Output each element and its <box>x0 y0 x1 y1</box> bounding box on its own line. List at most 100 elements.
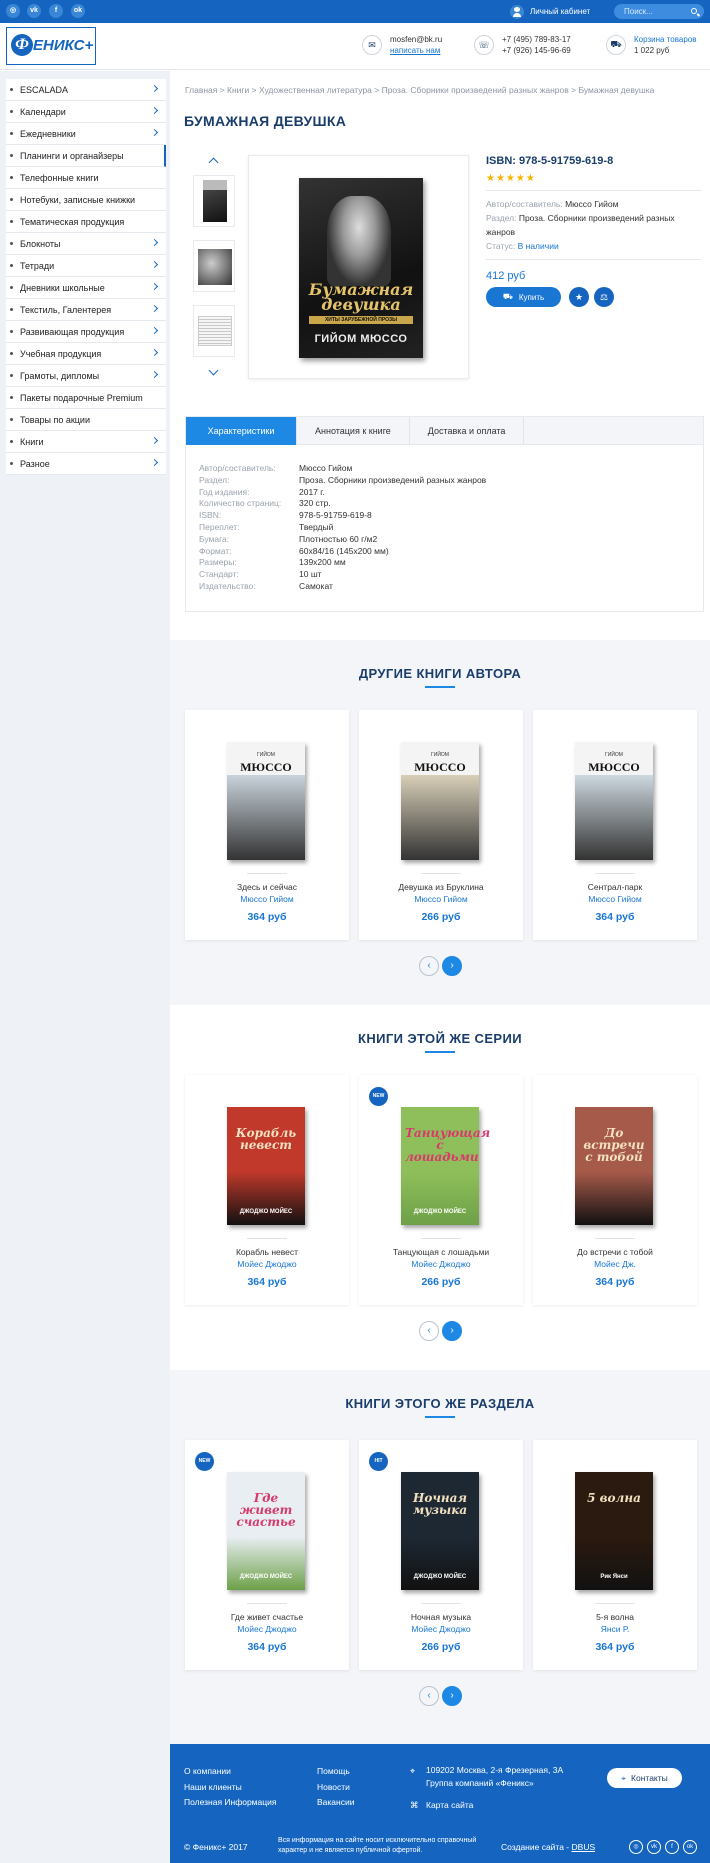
book-title[interactable]: Сентрал-парк <box>533 882 697 892</box>
book-author[interactable]: Мюссо Гийом <box>359 894 523 904</box>
sidebar-item[interactable]: Календари <box>6 101 166 123</box>
footer-link[interactable]: Наши клиенты <box>184 1780 276 1796</box>
sidebar-item[interactable]: Разное <box>6 453 166 475</box>
thumbnail[interactable] <box>193 240 235 292</box>
personal-account-link[interactable]: Личный кабинет <box>510 4 590 19</box>
sidebar-item[interactable]: Пакеты подарочные Premium <box>6 387 166 409</box>
sidebar-item[interactable]: Грамоты, дипломы <box>6 365 166 387</box>
sidebar-item[interactable]: Учебная продукция <box>6 343 166 365</box>
rating-stars[interactable]: ★★★★★ <box>486 173 701 184</box>
chevron-right-icon[interactable] <box>150 326 159 335</box>
book-title[interactable]: Ночная музыка <box>359 1612 523 1622</box>
book-title[interactable]: Где живет счастье <box>185 1612 349 1622</box>
sidebar-item[interactable]: Ежедневники <box>6 123 166 145</box>
chevron-right-icon[interactable] <box>150 348 159 357</box>
book-card[interactable]: NEW Где живет счастье ДЖОДЖО МОЙЕС Где живе… <box>185 1440 349 1670</box>
book-title[interactable]: Корабль невест <box>185 1247 349 1257</box>
book-title[interactable]: Здесь и сейчас <box>185 882 349 892</box>
book-title[interactable]: Девушка из Бруклина <box>359 882 523 892</box>
sidebar-item[interactable]: Планинги и органайзеры <box>6 145 166 167</box>
book-author[interactable]: Мойес Джоджо <box>185 1259 349 1269</box>
phone-1[interactable]: +7 (495) 789-83-17 <box>502 34 571 45</box>
carousel-next-button[interactable]: › <box>442 1321 462 1341</box>
odnoklassniki-icon[interactable]: ok <box>683 1840 697 1854</box>
tab-annotation[interactable]: Аннотация к книге <box>297 417 410 445</box>
carousel-prev-button[interactable]: ‹ <box>419 956 439 976</box>
contacts-button[interactable]: ⌖ Контакты <box>607 1768 682 1788</box>
book-author[interactable]: Мойес Дж. <box>533 1259 697 1269</box>
cart-label[interactable]: Корзина товаров <box>634 34 696 45</box>
book-card[interactable]: До встречи с тобой До встречи с тобой Мойе… <box>533 1075 697 1305</box>
sidebar-item[interactable]: Книги <box>6 431 166 453</box>
book-card[interactable]: ГИЙОМ МЮССО Здесь и сейчас Мюссо Гийом 364 р… <box>185 710 349 940</box>
sidebar-item[interactable]: Дневники школьные <box>6 277 166 299</box>
thumbnail[interactable] <box>193 305 235 357</box>
book-author[interactable]: Мойес Джоджо <box>359 1259 523 1269</box>
book-card[interactable]: HIT Ночная музыка ДЖОДЖО МОЙЕС Ночная музык… <box>359 1440 523 1670</box>
chevron-right-icon[interactable] <box>150 238 159 247</box>
product-main-image[interactable]: Бумажная девушка ХИТЫ ЗАРУБЕЖНОЙ ПРОЗЫ Г… <box>248 155 469 379</box>
sidebar-item[interactable]: Товары по акции <box>6 409 166 431</box>
footer-link[interactable]: Помощь <box>317 1764 354 1780</box>
instagram-icon[interactable]: ◎ <box>6 4 20 18</box>
chevron-right-icon[interactable] <box>150 282 159 291</box>
breadcrumb[interactable]: Главная > Книги > Художественная литерат… <box>185 85 654 95</box>
book-author[interactable]: Мойес Джоджо <box>185 1624 349 1634</box>
odnoklassniki-icon[interactable]: ok <box>71 4 85 18</box>
book-title[interactable]: До встречи с тобой <box>533 1247 697 1257</box>
book-author[interactable]: Мойес Джоджо <box>359 1624 523 1634</box>
tab-characteristics[interactable]: Характеристики <box>186 417 297 445</box>
chevron-right-icon[interactable] <box>150 260 159 269</box>
chevron-down-icon[interactable] <box>208 365 219 376</box>
chevron-right-icon[interactable] <box>150 128 159 137</box>
made-by-link[interactable]: DBUS <box>572 1842 596 1852</box>
book-card[interactable]: 5 волна Рик Янси 5-я волна Янси Р. 364 руб <box>533 1440 697 1670</box>
phone-2[interactable]: +7 (926) 145-96-69 <box>502 45 571 56</box>
sidebar-item[interactable]: Тетради <box>6 255 166 277</box>
sidebar-item[interactable]: Телефонные книги <box>6 167 166 189</box>
favorite-star-icon[interactable]: ★ <box>569 287 589 307</box>
footer-link[interactable]: Новости <box>317 1780 354 1796</box>
book-author[interactable]: Мюссо Гийом <box>185 894 349 904</box>
chevron-right-icon[interactable] <box>150 370 159 379</box>
buy-button[interactable]: ⛟ Купить <box>486 287 561 307</box>
footer-link[interactable]: Вакансии <box>317 1795 354 1811</box>
carousel-prev-button[interactable]: ‹ <box>419 1686 439 1706</box>
vk-icon[interactable]: vk <box>27 4 41 18</box>
chevron-right-icon[interactable] <box>150 436 159 445</box>
footer-link[interactable]: Полезная Информация <box>184 1795 276 1811</box>
facebook-icon[interactable]: f <box>665 1840 679 1854</box>
sidebar-item[interactable]: Нотебуки, записные книжки <box>6 189 166 211</box>
book-card[interactable]: NEW Танцующая с лошадьми ДЖОДЖО МОЙЕС Танцу… <box>359 1075 523 1305</box>
search-icon[interactable] <box>691 8 697 14</box>
sidebar-item[interactable]: Развивающая продукция <box>6 321 166 343</box>
book-card[interactable]: Корабль невест ДЖОДЖО МОЙЕС Корабль невест… <box>185 1075 349 1305</box>
sidebar-item[interactable]: Тематическая продукция <box>6 211 166 233</box>
book-title[interactable]: 5-я волна <box>533 1612 697 1622</box>
chevron-up-icon[interactable] <box>208 157 219 168</box>
carousel-next-button[interactable]: › <box>442 1686 462 1706</box>
vk-icon[interactable]: vk <box>647 1840 661 1854</box>
carousel-prev-button[interactable]: ‹ <box>419 1321 439 1341</box>
instagram-icon[interactable]: ◎ <box>629 1840 643 1854</box>
book-author[interactable]: Янси Р. <box>533 1624 697 1634</box>
chevron-right-icon[interactable] <box>150 458 159 467</box>
sidebar-item[interactable]: ESCALADA <box>6 79 166 101</box>
compare-icon[interactable]: ⚖ <box>594 287 614 307</box>
facebook-icon[interactable]: f <box>49 4 63 18</box>
sidebar-item[interactable]: Блокноты <box>6 233 166 255</box>
sitemap-link[interactable]: Карта сайта <box>426 1798 473 1814</box>
carousel-next-button[interactable]: › <box>442 956 462 976</box>
book-card[interactable]: ГИЙОМ МЮССО Сентрал-парк Мюссо Гийом 364 руб <box>533 710 697 940</box>
chevron-right-icon[interactable] <box>150 304 159 313</box>
thumbnail[interactable] <box>193 175 235 227</box>
book-author[interactable]: Мюссо Гийом <box>533 894 697 904</box>
sidebar-item[interactable]: Текстиль, Галентерея <box>6 299 166 321</box>
cart-block[interactable]: ⛟ Корзина товаров 1 022 руб <box>606 34 696 56</box>
logo[interactable]: Ф ЕНИКС+ <box>6 27 96 65</box>
chevron-right-icon[interactable] <box>150 84 159 93</box>
book-title[interactable]: Танцующая с лошадьми <box>359 1247 523 1257</box>
write-us-link[interactable]: написать нам <box>390 45 442 56</box>
search-input[interactable]: Поиск... <box>614 4 704 19</box>
chevron-right-icon[interactable] <box>150 106 159 115</box>
